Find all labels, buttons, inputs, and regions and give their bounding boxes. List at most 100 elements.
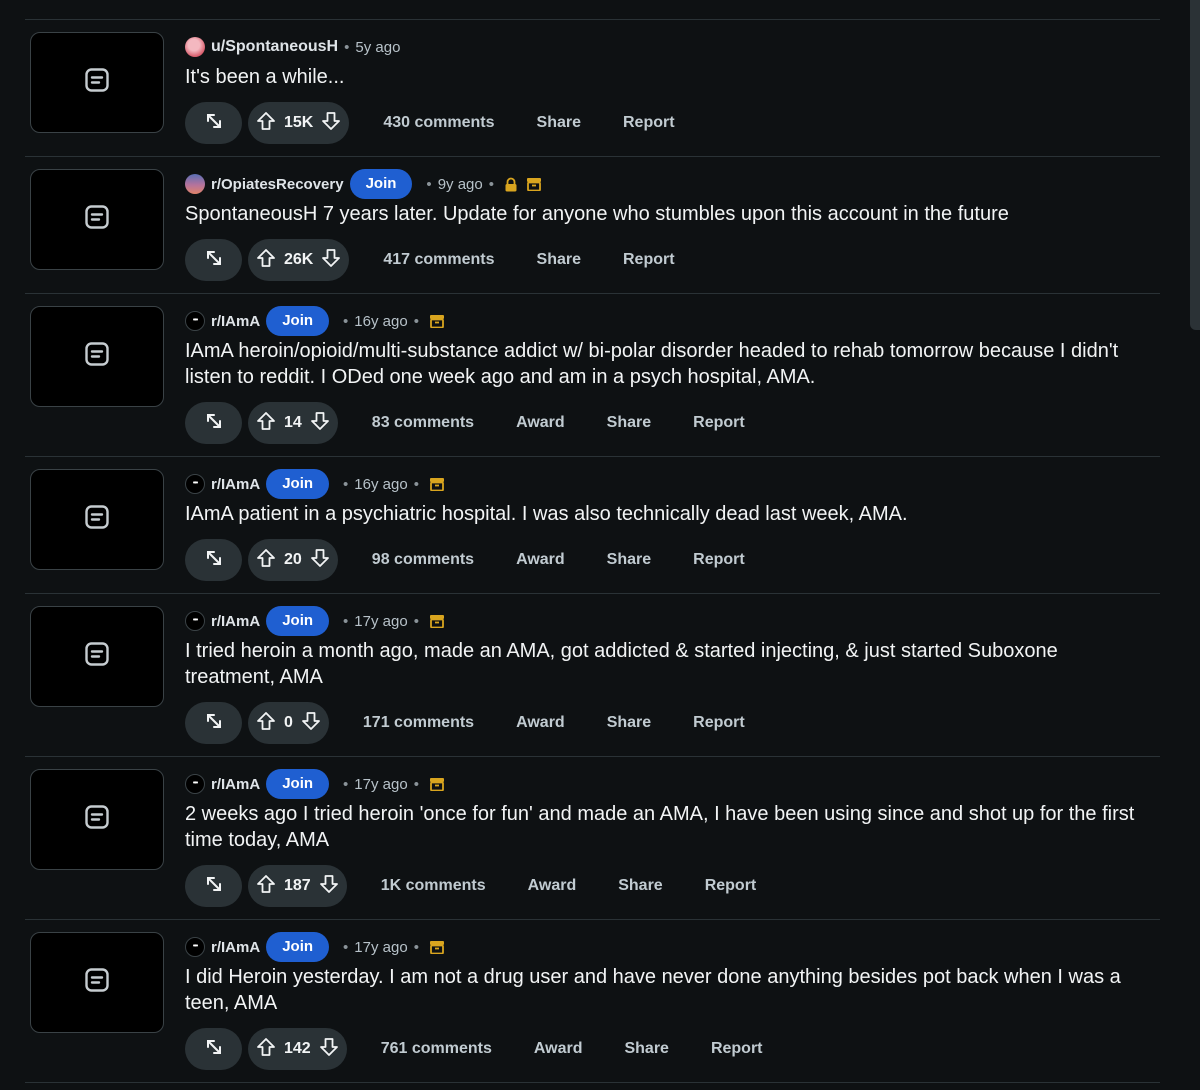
comments-button[interactable]: 171 comments [329,702,495,744]
comments-button[interactable]: 430 comments [349,102,515,144]
text-post-icon [84,67,110,98]
post-thumbnail[interactable] [30,32,164,133]
separator-dot: • [343,475,349,493]
subreddit-avatar[interactable] [185,174,205,194]
upvote-button[interactable] [256,411,276,436]
expand-button[interactable] [185,239,242,281]
post-title[interactable]: IAmA patient in a psychiatric hospital. … [185,501,1160,527]
post-title[interactable]: 2 weeks ago I tried heroin 'once for fun… [185,801,1160,853]
archive-icon [429,614,445,628]
post-content: ••• r/IAmA Join • 17y ago • I tried heroin a m… [185,594,1160,756]
downvote-button[interactable] [301,711,321,736]
upvote-button[interactable] [256,248,276,273]
expand-button[interactable] [185,402,242,444]
vote-count: 14 [284,414,302,431]
downvote-button[interactable] [310,411,330,436]
subreddit-avatar[interactable]: ••• [185,474,205,494]
upvote-button[interactable] [256,1037,276,1062]
subreddit-link[interactable]: r/IAmA [211,939,260,956]
join-button[interactable]: Join [266,469,330,499]
downvote-button[interactable] [321,111,341,136]
post-title[interactable]: I did Heroin yesterday. I am not a drug … [185,964,1160,1016]
text-post-icon [84,504,110,535]
post-thumbnail[interactable] [30,932,164,1033]
award-button[interactable]: Award [495,539,586,581]
comments-button[interactable]: 83 comments [338,402,495,444]
subreddit-avatar[interactable]: ••• [185,774,205,794]
award-button[interactable]: Award [495,702,586,744]
join-button[interactable]: Join [266,769,330,799]
subreddit-link[interactable]: r/IAmA [211,776,260,793]
upvote-button[interactable] [256,874,276,899]
separator-dot: • [488,175,494,193]
subreddit-avatar[interactable]: ••• [185,311,205,331]
award-button[interactable]: Award [507,865,598,907]
upvote-button[interactable] [256,111,276,136]
share-button[interactable]: Share [516,239,602,281]
join-button[interactable]: Join [266,306,330,336]
share-button[interactable]: Share [516,102,602,144]
upvote-button[interactable] [256,711,276,736]
share-button[interactable]: Share [586,402,672,444]
subreddit-link[interactable]: r/IAmA [211,613,260,630]
join-button[interactable]: Join [349,169,413,199]
expand-button[interactable] [185,1028,242,1070]
upvote-button[interactable] [256,548,276,573]
subreddit-avatar[interactable]: ••• [185,937,205,957]
expand-button[interactable] [185,102,242,144]
expand-icon [205,712,223,735]
comments-button[interactable]: 98 comments [338,539,495,581]
report-button[interactable]: Report [672,539,766,581]
subreddit-avatar[interactable]: ••• [185,611,205,631]
expand-icon [205,549,223,572]
user-avatar[interactable] [185,37,205,57]
post-title[interactable]: It's been a while... [185,64,1160,90]
post-time: 9y ago [437,175,483,193]
text-post-icon [84,204,110,235]
award-button[interactable]: Award [495,402,586,444]
join-button[interactable]: Join [266,606,330,636]
share-button[interactable]: Share [586,702,672,744]
post-title[interactable]: I tried heroin a month ago, made an AMA,… [185,638,1160,690]
text-post-icon [84,641,110,672]
report-button[interactable]: Report [684,865,778,907]
report-button[interactable]: Report [602,239,696,281]
subreddit-link[interactable]: r/IAmA [211,476,260,493]
vote-count: 0 [284,714,293,731]
downvote-button[interactable] [310,548,330,573]
report-button[interactable]: Report [672,402,766,444]
expand-button[interactable] [185,702,242,744]
post-title[interactable]: IAmA heroin/opioid/multi-substance addic… [185,338,1160,390]
award-button[interactable]: Award [513,1028,604,1070]
report-button[interactable]: Report [690,1028,784,1070]
expand-button[interactable] [185,539,242,581]
share-button[interactable]: Share [597,865,683,907]
post-thumbnail[interactable] [30,606,164,707]
text-post-icon [84,804,110,835]
expand-button[interactable] [185,865,242,907]
subreddit-link[interactable]: r/OpiatesRecovery [211,176,344,193]
join-button[interactable]: Join [266,932,330,962]
report-button[interactable]: Report [672,702,766,744]
author-link[interactable]: u/SpontaneousH [211,38,338,56]
post-title[interactable]: SpontaneousH 7 years later. Update for a… [185,201,1160,227]
downvote-button[interactable] [319,1037,339,1062]
comments-button[interactable]: 1K comments [347,865,507,907]
post-content: r/OpiatesRecovery Join • 9y ago • Spontaneous… [185,157,1160,293]
post-thumbnail[interactable] [30,769,164,870]
report-button[interactable]: Report [602,102,696,144]
share-button[interactable]: Share [586,539,672,581]
scrollbar[interactable] [1190,0,1200,330]
downvote-button[interactable] [321,248,341,273]
comments-button[interactable]: 417 comments [349,239,515,281]
post-thumbnail[interactable] [30,469,164,570]
post-thumbnail[interactable] [30,306,164,407]
subreddit-link[interactable]: r/IAmA [211,313,260,330]
post-thumbnail[interactable] [30,169,164,270]
archive-icon [429,477,445,491]
downvote-icon [321,248,341,272]
expand-icon [205,412,223,435]
downvote-button[interactable] [319,874,339,899]
comments-button[interactable]: 761 comments [347,1028,513,1070]
share-button[interactable]: Share [603,1028,689,1070]
